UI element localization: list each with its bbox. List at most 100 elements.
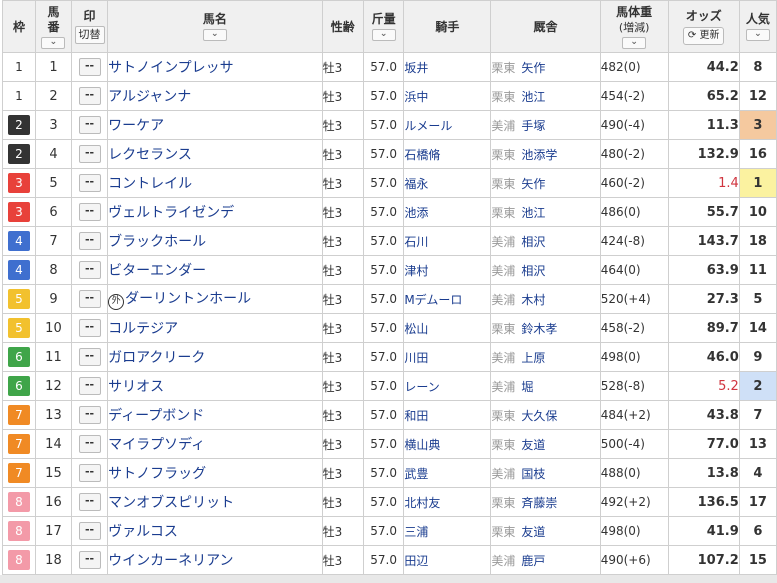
trainer-link[interactable]: 斉藤崇 bbox=[521, 496, 557, 510]
jockey-cell: 武豊 bbox=[403, 458, 492, 488]
jockey-link[interactable]: 川田 bbox=[404, 351, 428, 365]
jockey-link[interactable]: 浜中 bbox=[404, 90, 428, 104]
trainer-link[interactable]: 池江 bbox=[521, 206, 545, 220]
carried-weight-cell: 57.0 bbox=[362, 487, 405, 517]
odds-reload-button[interactable]: ⟳ 更新 bbox=[682, 26, 725, 45]
horse-name-link[interactable]: ヴェルトライゼンデ bbox=[108, 205, 234, 221]
trainer-link[interactable]: 堀 bbox=[521, 380, 533, 394]
horse-name-link[interactable]: ビターエンダー bbox=[108, 263, 206, 279]
trainer-link[interactable]: 上原 bbox=[521, 351, 545, 365]
mark-select-button[interactable]: -- bbox=[78, 377, 101, 395]
trainer-link[interactable]: 相沢 bbox=[521, 264, 545, 278]
horse-name-link[interactable]: マイラプソディ bbox=[108, 437, 205, 453]
jockey-link[interactable]: ルメール bbox=[404, 119, 452, 133]
trainer-link[interactable]: 鹿戸 bbox=[521, 554, 545, 568]
horse-name-link[interactable]: ダーリントンホール bbox=[125, 291, 251, 307]
trainer-link[interactable]: 池江 bbox=[521, 90, 545, 104]
horse-name-link[interactable]: アルジャンナ bbox=[108, 89, 191, 105]
horizontal-scrollbar[interactable] bbox=[0, 575, 777, 583]
horse-name-link[interactable]: ガロアクリーク bbox=[108, 350, 205, 366]
jockey-link[interactable]: 石川 bbox=[404, 235, 428, 249]
odds-cell: 11.3 bbox=[667, 110, 740, 140]
horse-name-link[interactable]: マンオブスピリット bbox=[108, 495, 234, 511]
table-row: 3 5 -- コントレイル 牡3 57.0 福永 栗東 矢作 460(-2) 1.4 1 bbox=[2, 168, 777, 198]
horse-name-link[interactable]: コルテジア bbox=[108, 321, 178, 337]
trainer-link[interactable]: 相沢 bbox=[521, 235, 545, 249]
horse-name-link[interactable]: ウインカーネリアン bbox=[108, 553, 233, 569]
horse-name-link[interactable]: サトノフラッグ bbox=[108, 466, 206, 482]
mark-select-button[interactable]: -- bbox=[78, 319, 101, 337]
carried-weight-cell: 57.0 bbox=[362, 81, 405, 111]
popularity-cell: 9 bbox=[738, 342, 777, 372]
horse-name-link[interactable]: ワーケア bbox=[108, 118, 164, 134]
mark-select-button[interactable]: -- bbox=[78, 464, 101, 482]
mark-select-button[interactable]: -- bbox=[78, 406, 101, 424]
jockey-link[interactable]: 横山典 bbox=[404, 438, 440, 452]
trainer-link[interactable]: 木村 bbox=[521, 293, 545, 307]
mark-select-button[interactable]: -- bbox=[78, 116, 101, 134]
mark-select-button[interactable]: -- bbox=[78, 522, 101, 540]
trainer-area: 栗東 bbox=[491, 495, 516, 510]
trainer-link[interactable]: 矢作 bbox=[521, 177, 545, 191]
trainer-link[interactable]: 国枝 bbox=[521, 467, 545, 481]
horse-name-link[interactable]: レクセランス bbox=[108, 147, 192, 163]
mark-select-button[interactable]: -- bbox=[78, 493, 101, 511]
mark-select-button[interactable]: -- bbox=[78, 435, 101, 453]
mark-toggle-button[interactable]: 切替 bbox=[74, 26, 105, 44]
jockey-link[interactable]: 池添 bbox=[404, 206, 428, 220]
sort-horse-button[interactable]: ⌄ bbox=[202, 29, 227, 41]
jockey-link[interactable]: 北村友 bbox=[404, 496, 440, 510]
trainer-link[interactable]: 友道 bbox=[521, 525, 545, 539]
trainer-area: 美浦 bbox=[491, 118, 516, 133]
trainer-link[interactable]: 鈴木孝 bbox=[521, 322, 557, 336]
mark-select-button[interactable]: -- bbox=[78, 174, 101, 192]
jockey-link[interactable]: 三浦 bbox=[404, 525, 428, 539]
mark-select-button[interactable]: -- bbox=[78, 551, 101, 569]
horse-name-link[interactable]: サトノインプレッサ bbox=[108, 60, 234, 76]
waku-cell: 1 bbox=[2, 81, 36, 111]
mark-select-button[interactable]: -- bbox=[78, 87, 101, 105]
sort-weight-button[interactable]: ⌄ bbox=[371, 29, 396, 41]
trainer-link[interactable]: 矢作 bbox=[521, 61, 545, 75]
jockey-link[interactable]: 石橋脩 bbox=[404, 148, 440, 162]
jockey-link[interactable]: 松山 bbox=[404, 322, 428, 336]
mark-select-button[interactable]: -- bbox=[78, 203, 101, 221]
mark-select-button[interactable]: -- bbox=[78, 145, 101, 163]
horse-name-link[interactable]: ヴァルコス bbox=[108, 524, 178, 540]
jockey-link[interactable]: レーン bbox=[404, 380, 439, 394]
waku-cell: 4 bbox=[2, 255, 36, 285]
sort-umaban-button[interactable]: ⌄ bbox=[41, 36, 66, 49]
horse-name-cell: ガロアクリーク bbox=[107, 342, 323, 372]
horse-name-link[interactable]: コントレイル bbox=[108, 176, 192, 192]
waku-badge: 2 bbox=[7, 115, 30, 135]
horse-name-link[interactable]: ブラックホール bbox=[108, 234, 206, 250]
umaban-cell: 13 bbox=[34, 400, 73, 430]
waku-cell: 3 bbox=[2, 168, 36, 198]
table-row: 1 1 -- サトノインプレッサ 牡3 57.0 坂井 栗東 矢作 482(0) 44.2 8 bbox=[2, 52, 777, 82]
mark-select-button[interactable]: -- bbox=[78, 290, 101, 308]
sort-popularity-button[interactable]: ⌄ bbox=[745, 29, 770, 41]
col-weight-label: 斤量 bbox=[371, 12, 396, 26]
jockey-link[interactable]: Mデムーロ bbox=[404, 293, 462, 307]
trainer-link[interactable]: 池添学 bbox=[521, 148, 557, 162]
col-jockey-header: 騎手 bbox=[403, 0, 492, 53]
trainer-link[interactable]: 手塚 bbox=[521, 119, 545, 133]
jockey-link[interactable]: 和田 bbox=[404, 409, 428, 423]
jockey-link[interactable]: 津村 bbox=[404, 264, 428, 278]
trainer-link[interactable]: 大久保 bbox=[521, 409, 557, 423]
horse-name-link[interactable]: ディープボンド bbox=[108, 408, 204, 424]
jockey-link[interactable]: 武豊 bbox=[404, 467, 428, 481]
carried-weight-cell: 57.0 bbox=[362, 545, 405, 575]
jockey-link[interactable]: 福永 bbox=[404, 177, 428, 191]
jockey-link[interactable]: 坂井 bbox=[404, 61, 428, 75]
mark-select-button[interactable]: -- bbox=[78, 232, 101, 250]
carried-weight-cell: 57.0 bbox=[362, 516, 405, 546]
trainer-link[interactable]: 友道 bbox=[521, 438, 545, 452]
mark-select-button[interactable]: -- bbox=[78, 348, 101, 366]
mark-select-button[interactable]: -- bbox=[78, 261, 101, 279]
sort-bodyweight-button[interactable]: ⌄ bbox=[622, 36, 647, 49]
horse-name-link[interactable]: サリオス bbox=[108, 379, 164, 395]
mark-select-button[interactable]: -- bbox=[78, 58, 101, 76]
jockey-link[interactable]: 田辺 bbox=[404, 554, 428, 568]
table-row: 7 15 -- サトノフラッグ 牡3 57.0 武豊 美浦 国枝 488(0) 13.8 4 bbox=[2, 458, 777, 488]
